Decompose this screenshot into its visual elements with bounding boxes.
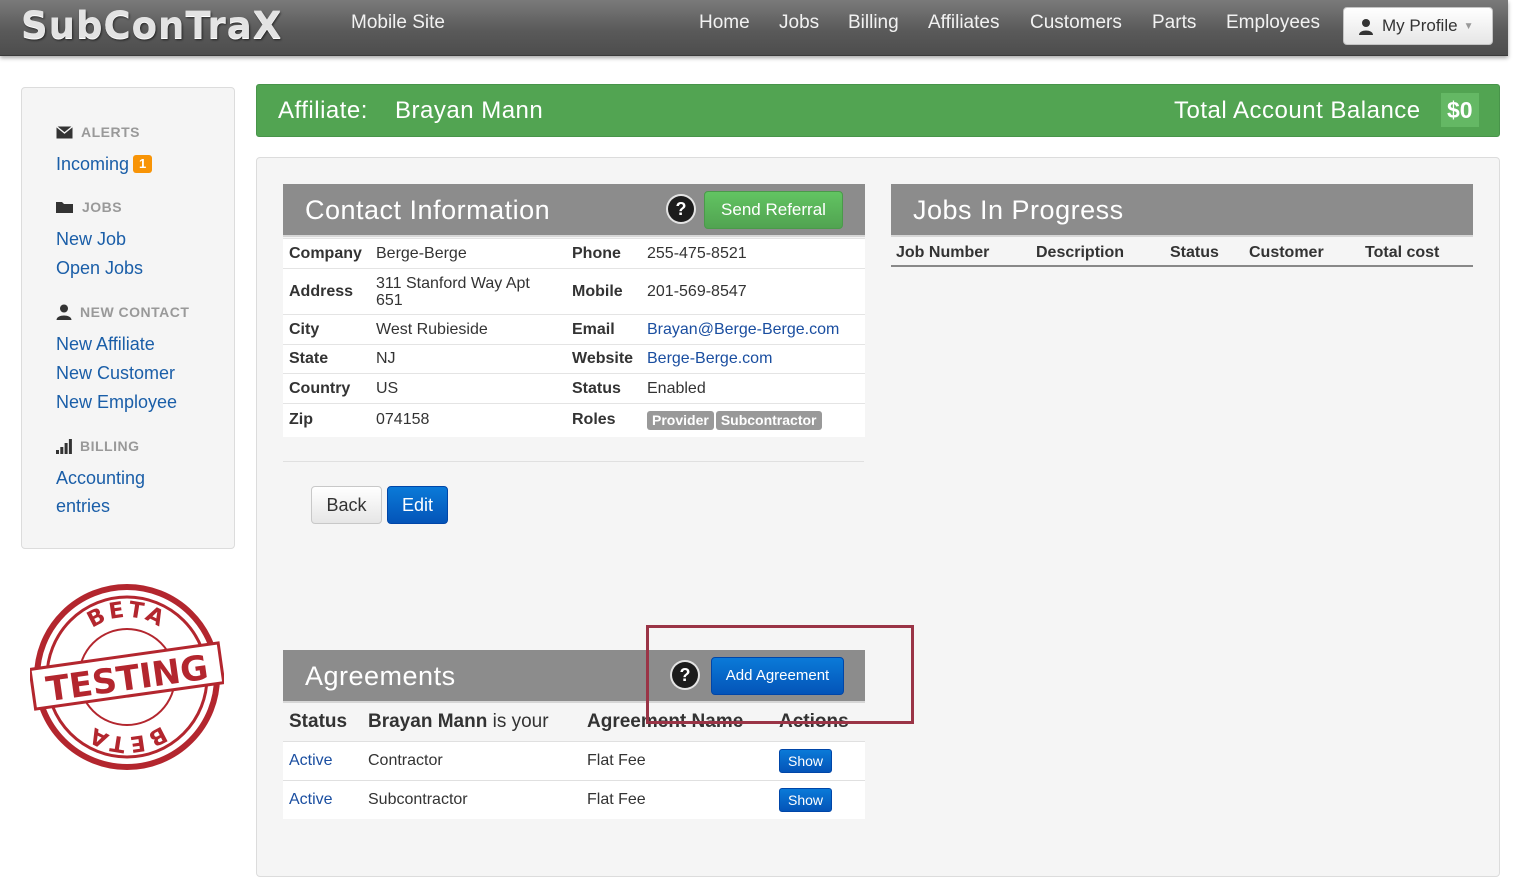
col-job-number[interactable]: Job Number <box>896 244 989 262</box>
my-profile-label: My Profile <box>1382 16 1458 35</box>
website-link[interactable]: Berge-Berge.com <box>641 344 865 374</box>
phone-value: 255-475-8521 <box>641 238 865 269</box>
address-label: Address <box>283 268 370 315</box>
sidebar-item-open-jobs[interactable]: Open Jobs <box>56 258 143 279</box>
city-value: West Rubieside <box>370 314 566 345</box>
caret-down-icon: ▼ <box>1463 20 1474 32</box>
help-icon[interactable]: ? <box>668 196 694 222</box>
col-relationship: Brayan Mann is your <box>368 710 549 732</box>
contact-row: Country US Status Enabled <box>283 373 865 404</box>
col-status: Status <box>289 710 348 732</box>
contact-info-table: Company Berge-Berge Phone 255-475-8521 A… <box>283 238 865 437</box>
state-value: NJ <box>370 344 566 374</box>
country-value: US <box>370 373 566 404</box>
nav-customers[interactable]: Customers <box>1030 12 1122 34</box>
user-icon <box>1359 18 1373 35</box>
contact-info-title: Contact Information <box>305 195 551 225</box>
contact-info-header: Contact Information ? Send Referral <box>283 184 865 237</box>
col-status[interactable]: Status <box>1170 244 1219 262</box>
table-row: Active Subcontractor Flat Fee Show <box>283 779 865 819</box>
nav-billing[interactable]: Billing <box>848 12 899 34</box>
status-label: Status <box>566 373 641 404</box>
contact-row: Company Berge-Berge Phone 255-475-8521 <box>283 238 865 269</box>
total-balance-label: Total Account Balance <box>1174 97 1421 124</box>
agreement-name: Flat Fee <box>581 779 773 819</box>
edit-button[interactable]: Edit <box>387 486 448 524</box>
col-customer[interactable]: Customer <box>1249 244 1324 262</box>
agreement-role: Contractor <box>362 740 581 780</box>
agreement-role: Subcontractor <box>362 779 581 819</box>
jobs-table-header: Job Number Description Status Customer T… <box>891 240 1473 267</box>
nav-home[interactable]: Home <box>699 12 750 34</box>
total-balance-value: $0 <box>1441 93 1479 127</box>
envelope-icon <box>56 125 73 138</box>
send-referral-button[interactable]: Send Referral <box>704 191 843 229</box>
city-label: City <box>283 314 370 345</box>
zip-label: Zip <box>283 403 370 437</box>
sidebar-item-accounting-entries[interactable]: Accounting entries <box>56 468 145 517</box>
state-label: State <box>283 344 370 374</box>
nav-affiliates[interactable]: Affiliates <box>928 12 999 34</box>
mobile-value: 201-569-8547 <box>641 268 865 315</box>
agreement-name: Flat Fee <box>581 740 773 780</box>
role-badge-provider: Provider <box>647 410 714 430</box>
nav-employees[interactable]: Employees <box>1226 12 1320 34</box>
form-divider <box>283 461 864 462</box>
affiliate-header-bar: Affiliate: Brayan Mann Total Account Bal… <box>256 84 1500 137</box>
col-description[interactable]: Description <box>1036 244 1124 262</box>
annotation-highlight-box <box>646 625 914 724</box>
show-agreement-button[interactable]: Show <box>779 787 833 812</box>
show-agreement-button[interactable]: Show <box>779 748 833 773</box>
sidebar-item-new-job[interactable]: New Job <box>56 229 126 250</box>
agreement-status-link[interactable]: Active <box>283 740 362 780</box>
status-value: Enabled <box>641 373 865 404</box>
email-link[interactable]: Brayan@Berge-Berge.com <box>641 314 865 345</box>
mobile-site-link[interactable]: Mobile Site <box>351 12 445 34</box>
billing-header: BILLING <box>56 438 140 454</box>
incoming-count-badge: 1 <box>133 155 153 173</box>
jobs-in-progress-title: Jobs In Progress <box>913 195 1124 225</box>
col-total-cost[interactable]: Total cost <box>1365 244 1439 262</box>
new-contact-header: NEW CONTACT <box>56 304 189 320</box>
contact-row: Zip 074158 Roles Provider Subcontractor <box>283 403 865 437</box>
roles-value: Provider Subcontractor <box>641 403 865 437</box>
my-profile-button[interactable]: My Profile ▼ <box>1343 7 1493 45</box>
agreements-title: Agreements <box>305 661 456 691</box>
agreement-status-link[interactable]: Active <box>283 779 362 819</box>
mobile-label: Mobile <box>566 268 641 315</box>
back-button[interactable]: Back <box>311 486 382 524</box>
company-value: Berge-Berge <box>370 238 566 269</box>
sidebar-item-new-employee[interactable]: New Employee <box>56 392 177 413</box>
country-label: Country <box>283 373 370 404</box>
contact-row: State NJ Website Berge-Berge.com <box>283 344 865 374</box>
sidebar-item-new-customer[interactable]: New Customer <box>56 363 175 384</box>
company-label: Company <box>283 238 370 269</box>
folder-icon <box>56 202 73 213</box>
affiliate-label: Affiliate: <box>278 97 368 124</box>
jobs-in-progress-header: Jobs In Progress <box>891 184 1473 237</box>
signal-bars-icon <box>56 438 72 454</box>
zip-value: 074158 <box>370 403 566 437</box>
role-badge-subcontractor: Subcontractor <box>715 410 822 430</box>
sidebar: ALERTS Incoming 1 JOBS New Job Open Jobs … <box>21 87 235 549</box>
nav-jobs[interactable]: Jobs <box>779 12 819 34</box>
nav-parts[interactable]: Parts <box>1152 12 1196 34</box>
user-icon <box>56 304 72 320</box>
top-navbar: SubConTraX Mobile Site Home Jobs Billing… <box>0 0 1508 56</box>
address-value: 311 Stanford Way Apt 651 <box>370 268 566 315</box>
jobs-header: JOBS <box>56 199 122 215</box>
sidebar-item-new-affiliate[interactable]: New Affiliate <box>56 334 155 355</box>
email-label: Email <box>566 314 641 345</box>
alerts-header: ALERTS <box>56 124 140 140</box>
contact-row: Address 311 Stanford Way Apt 651 Mobile … <box>283 268 865 315</box>
sidebar-item-incoming[interactable]: Incoming 1 <box>56 154 153 175</box>
phone-label: Phone <box>566 238 641 269</box>
brand-logo[interactable]: SubConTraX <box>21 4 282 48</box>
beta-testing-stamp: BETA BETA TESTING <box>30 584 224 770</box>
website-label: Website <box>566 344 641 374</box>
roles-label: Roles <box>566 403 641 437</box>
contact-row: City West Rubieside Email Brayan@Berge-B… <box>283 314 865 345</box>
affiliate-name: Brayan Mann <box>395 97 544 124</box>
table-row: Active Contractor Flat Fee Show <box>283 740 865 780</box>
